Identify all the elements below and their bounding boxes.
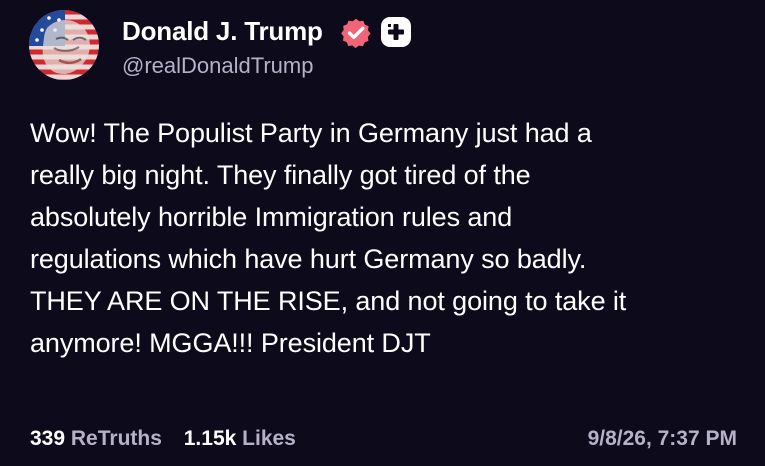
retruths-label: ReTruths <box>70 427 162 450</box>
retruths-stat[interactable]: 339 ReTruths <box>30 427 168 450</box>
post-text-line: anymore! MGGA!!! President DJT <box>30 328 431 358</box>
post-text-line: THEY ARE ON THE RISE, and not going to t… <box>30 286 627 316</box>
post-timestamp[interactable]: 9/8/26, 7:37 PM <box>588 426 737 452</box>
retruths-count: 339 <box>30 427 66 450</box>
post-stats: 339 ReTruths 1.15k Likes <box>30 426 296 452</box>
likes-count: 1.15k <box>183 427 237 450</box>
post-text-line: regulations which have hurt Germany so b… <box>30 244 587 274</box>
author-display-name[interactable]: Donald J. Trump <box>122 15 323 47</box>
likes-label: Likes <box>242 427 296 450</box>
social-post: Donald J. Trump @realDonaldTrump Wow! Th… <box>0 0 765 466</box>
verified-badge-icon <box>341 18 371 48</box>
plus-icon <box>388 24 404 40</box>
author-handle[interactable]: @realDonaldTrump <box>122 52 313 80</box>
post-text-line: absolutely horrible Immigration rules an… <box>30 202 513 232</box>
post-body-text: Wow! The Populist Party in Germany just … <box>30 112 755 364</box>
post-text-line: Wow! The Populist Party in Germany just … <box>30 118 592 148</box>
american-flag-face-avatar <box>29 10 99 80</box>
follow-button[interactable] <box>381 17 411 47</box>
author-avatar[interactable] <box>29 10 99 80</box>
likes-stat[interactable]: 1.15k Likes <box>184 427 296 450</box>
post-text-line: really big night. They finally got tired… <box>30 160 531 190</box>
